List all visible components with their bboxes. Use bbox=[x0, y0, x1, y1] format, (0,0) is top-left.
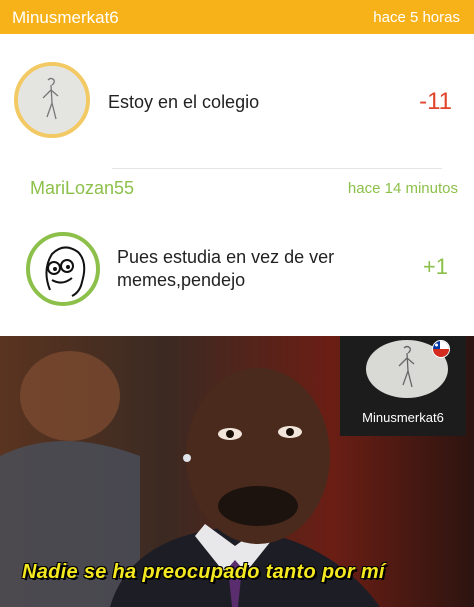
meme-caption: Nadie se ha preocupado tanto por mí bbox=[22, 561, 385, 583]
avatar[interactable] bbox=[14, 62, 90, 138]
reply-username[interactable]: MariLozan55 bbox=[30, 178, 134, 199]
meme-image: Minusmerkat6 Nadie se ha preocupado tant… bbox=[0, 336, 474, 607]
header-username[interactable]: Minusmerkat6 bbox=[12, 8, 119, 28]
header-timestamp: hace 5 horas bbox=[373, 9, 460, 26]
reply-header: MariLozan55 hace 14 minutos bbox=[0, 172, 474, 208]
sketch-figure-icon bbox=[18, 66, 86, 134]
watermark-badge: Minusmerkat6 bbox=[340, 336, 466, 436]
watermark-username: Minusmerkat6 bbox=[362, 410, 444, 425]
comment-item: Pues estudia en vez de ver memes,pendejo… bbox=[0, 222, 474, 332]
comment-score[interactable]: -11 bbox=[419, 88, 452, 116]
comment-score[interactable]: +1 bbox=[423, 254, 448, 280]
header-bar: Minusmerkat6 hace 5 horas bbox=[0, 0, 474, 34]
comment-text: Estoy en el colegio bbox=[108, 92, 260, 112]
reply-timestamp: hace 14 minutos bbox=[347, 180, 458, 197]
meme-face-icon bbox=[45, 246, 86, 297]
avatar[interactable] bbox=[26, 232, 100, 306]
divider bbox=[112, 168, 442, 169]
comment-item: Estoy en el colegio -11 bbox=[0, 34, 474, 168]
chile-flag-icon bbox=[432, 340, 450, 358]
comment-text: Pues estudia en vez de ver memes,pendejo bbox=[117, 247, 335, 290]
